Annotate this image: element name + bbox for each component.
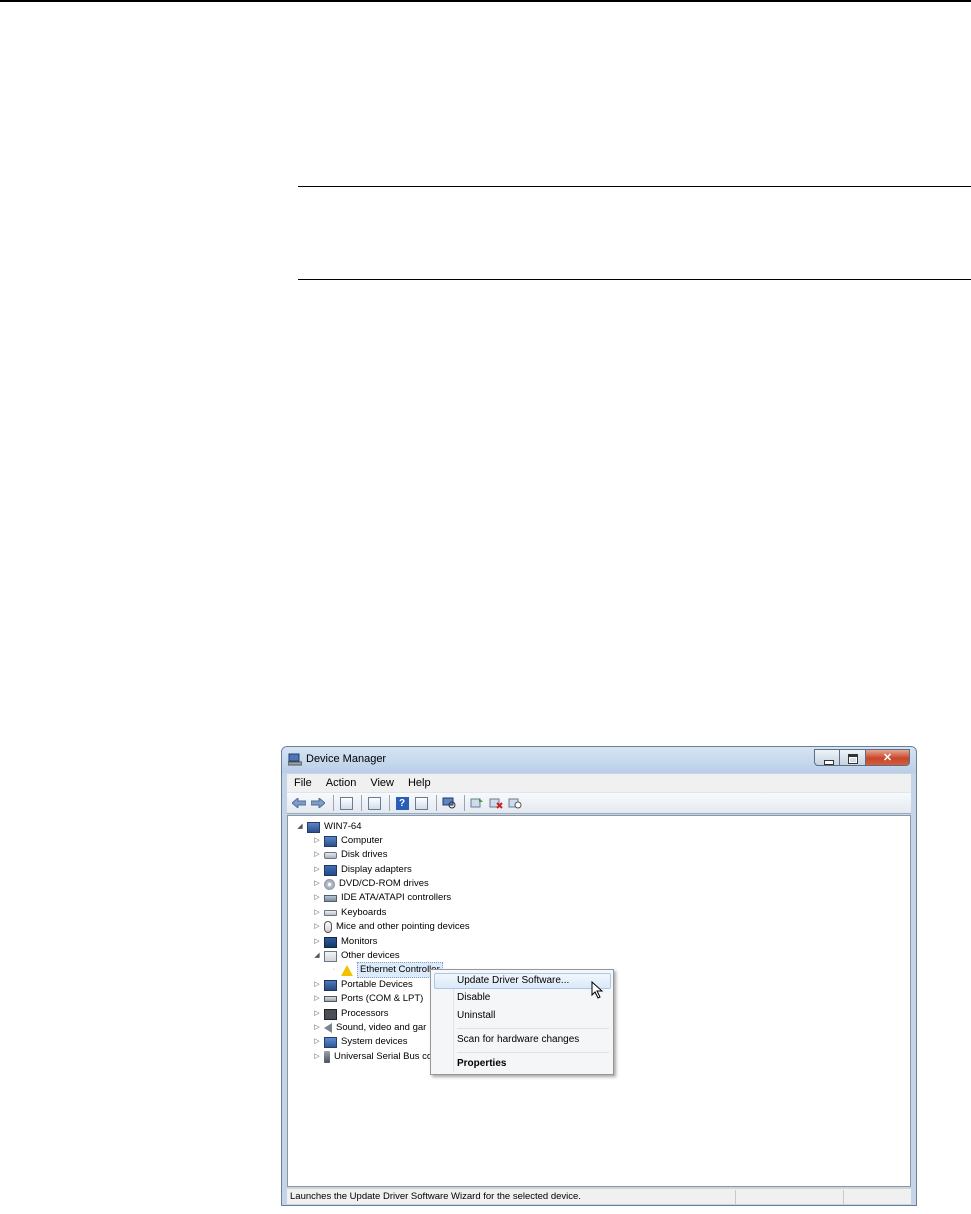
menu-action[interactable]: Action — [319, 777, 364, 789]
ide-controller-icon — [324, 894, 337, 902]
forward-arrow-icon[interactable] — [310, 795, 326, 811]
context-menu: Update Driver Software... Disable Uninst… — [430, 969, 614, 1075]
disable-icon[interactable] — [507, 795, 523, 811]
disable-menu-item[interactable]: Disable — [457, 990, 611, 1006]
portable-device-icon — [324, 979, 337, 991]
menu-file[interactable]: File — [287, 777, 319, 789]
dvd-drive-icon — [324, 878, 335, 890]
toolbar-separator — [436, 795, 437, 811]
back-arrow-icon[interactable] — [291, 795, 307, 811]
tree-item-ports[interactable]: ▷ Ports (COM & LPT) — [313, 992, 423, 1006]
close-icon: ✕ — [882, 752, 893, 764]
processor-icon — [324, 1008, 337, 1020]
tree-item-mice[interactable]: ▷ Mice and other pointing devices — [313, 920, 470, 934]
warning-icon — [341, 964, 353, 976]
update-driver-menu-item[interactable]: Update Driver Software... — [434, 973, 611, 989]
status-text: Launches the Update Driver Software Wiza… — [290, 1191, 581, 1202]
action-pane-icon[interactable] — [413, 795, 429, 811]
tree-item-ide-controllers[interactable]: ▷ IDE ATA/ATAPI controllers — [313, 891, 451, 905]
toolbar-separator — [464, 795, 465, 811]
expand-arrow-icon[interactable]: ▷ — [313, 920, 321, 934]
tree-item-disk-drives[interactable]: ▷ Disk drives — [313, 848, 387, 862]
note-top-rule — [298, 186, 971, 187]
keyboard-icon — [324, 910, 337, 916]
expand-arrow-icon[interactable]: ▷ — [313, 992, 321, 1006]
status-divider — [843, 1190, 844, 1204]
menu-view[interactable]: View — [363, 777, 401, 789]
context-menu-separator — [457, 1052, 609, 1053]
properties-menu-item[interactable]: Properties — [457, 1056, 611, 1072]
system-device-icon — [324, 1036, 337, 1048]
expand-arrow-icon[interactable]: ▷ — [313, 1021, 321, 1035]
update-driver-icon[interactable] — [469, 795, 485, 811]
expand-arrow-icon[interactable]: ▷ — [313, 863, 321, 877]
expand-arrow-icon[interactable]: ▷ — [313, 935, 321, 949]
window-controls: ✕ — [814, 749, 910, 767]
context-menu-separator — [457, 1028, 609, 1029]
uninstall-menu-item[interactable]: Uninstall — [457, 1008, 611, 1024]
computer-icon — [307, 821, 320, 833]
tree-item-sound[interactable]: ▷ Sound, video and gar — [313, 1021, 426, 1035]
tree-item-display-adapters[interactable]: ▷ Display adapters — [313, 863, 412, 877]
tree-root[interactable]: ◢ WIN7-64 — [296, 820, 361, 834]
tree-item-usb[interactable]: ▷ Universal Serial Bus co — [313, 1050, 432, 1064]
expand-arrow-icon[interactable]: ▷ — [313, 1007, 321, 1021]
sound-icon — [324, 1023, 332, 1033]
other-devices-icon — [324, 950, 337, 962]
collapse-arrow-icon[interactable]: ◢ — [313, 949, 321, 963]
window-title: Device Manager — [306, 753, 387, 765]
show-hide-console-tree-icon[interactable] — [338, 795, 354, 811]
note-bottom-rule — [298, 279, 971, 280]
monitor-icon — [324, 936, 337, 948]
expand-arrow-icon[interactable]: ▷ — [313, 891, 321, 905]
tree-item-portable-devices[interactable]: ▷ Portable Devices — [313, 978, 413, 992]
device-manager-icon — [287, 753, 303, 766]
toolbar-separator — [333, 795, 334, 811]
scan-hardware-menu-item[interactable]: Scan for hardware changes — [457, 1032, 611, 1048]
status-divider — [735, 1190, 736, 1204]
usb-icon — [324, 1051, 330, 1063]
expand-arrow-icon[interactable]: ▷ — [313, 978, 321, 992]
toolbar-separator — [389, 795, 390, 811]
properties-icon[interactable] — [366, 795, 382, 811]
maximize-icon — [848, 754, 858, 764]
computer-icon — [324, 835, 337, 847]
expand-arrow-icon[interactable]: ▷ — [313, 877, 321, 891]
display-adapter-icon — [324, 864, 337, 876]
toolbar: ? — [287, 792, 911, 814]
tree-item-computer[interactable]: ▷ Computer — [313, 834, 383, 848]
scan-hardware-icon[interactable] — [441, 795, 457, 811]
expand-arrow-icon[interactable]: ▷ — [313, 1050, 321, 1064]
page-top-rule — [0, 0, 971, 2]
tree-root-label: WIN7-64 — [324, 821, 362, 832]
port-icon — [324, 996, 337, 1002]
menu-bar: File Action View Help — [287, 774, 911, 792]
maximize-button[interactable] — [840, 749, 866, 766]
help-icon[interactable]: ? — [394, 795, 410, 811]
collapse-arrow-icon[interactable]: ◢ — [296, 820, 304, 834]
tree-item-keyboards[interactable]: ▷ Keyboards — [313, 906, 386, 920]
expand-arrow-icon[interactable]: ▷ — [313, 834, 321, 848]
title-bar[interactable]: Device Manager ✕ — [282, 747, 916, 773]
tree-item-processors[interactable]: ▷ Processors — [313, 1007, 389, 1021]
toolbar-separator — [361, 795, 362, 811]
mouse-icon — [324, 921, 332, 933]
menu-help[interactable]: Help — [401, 777, 438, 789]
close-button[interactable]: ✕ — [866, 749, 910, 766]
minimize-button[interactable] — [814, 749, 840, 766]
tree-item-ethernet-controller[interactable]: · Ethernet Controller — [330, 962, 443, 978]
tree-item-other-devices[interactable]: ◢ Other devices — [313, 949, 400, 963]
expand-arrow-icon[interactable]: ▷ — [313, 1035, 321, 1049]
tree-item-dvd-drives[interactable]: ▷ DVD/CD-ROM drives — [313, 877, 429, 891]
tree-item-monitors[interactable]: ▷ Monitors — [313, 935, 377, 949]
expand-arrow-icon[interactable]: ▷ — [313, 906, 321, 920]
status-bar: Launches the Update Driver Software Wiza… — [287, 1188, 911, 1204]
disk-drive-icon — [324, 851, 337, 859]
tree-item-system-devices[interactable]: ▷ System devices — [313, 1035, 408, 1049]
tree-connector: · — [332, 966, 336, 973]
minimize-icon — [824, 760, 834, 765]
expand-arrow-icon[interactable]: ▷ — [313, 848, 321, 862]
uninstall-icon[interactable] — [488, 795, 504, 811]
